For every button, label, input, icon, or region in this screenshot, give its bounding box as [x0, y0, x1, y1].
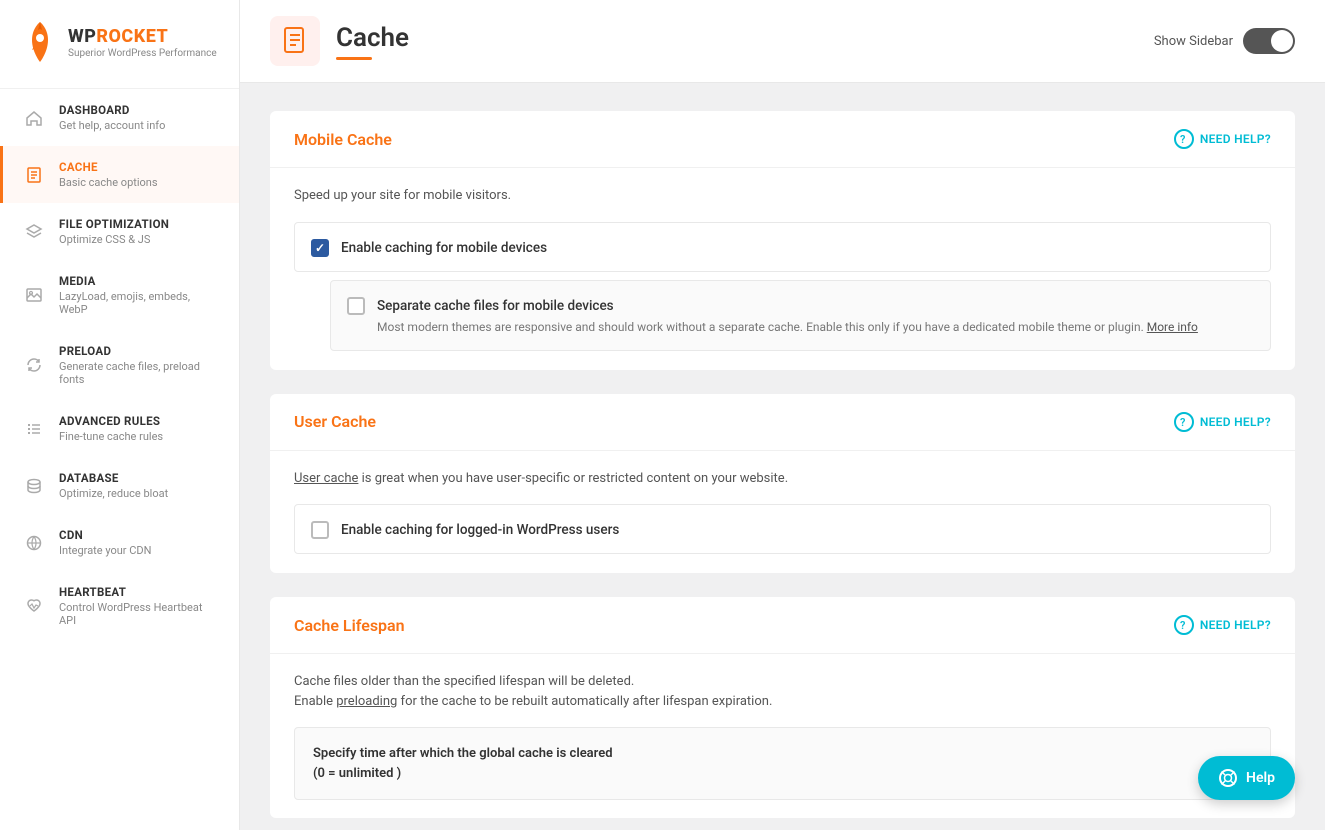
list-icon — [23, 418, 45, 440]
cache-lifespan-description: Cache files older than the specified lif… — [294, 672, 1271, 711]
adv-rules-title: ADVANCED RULES — [59, 414, 219, 428]
media-title: MEDIA — [59, 274, 219, 288]
media-subtitle: LazyLoad, emojis, embeds, WebP — [59, 290, 219, 316]
database-icon — [23, 475, 45, 497]
layers-icon — [23, 221, 45, 243]
heartbeat-icon — [23, 595, 45, 617]
preloading-link[interactable]: preloading — [336, 694, 397, 709]
file-opt-title: FILE OPTIMIZATION — [59, 217, 219, 231]
image-icon — [23, 284, 45, 306]
user-cache-section: User Cache ? NEED HELP? User cache is gr… — [270, 394, 1295, 574]
logged-in-caching-option: Enable caching for logged-in WordPress u… — [294, 504, 1271, 554]
mobile-caching-label: Enable caching for mobile devices — [341, 240, 547, 256]
logo-rocket: ROCKET — [96, 26, 168, 47]
mobile-cache-header: Mobile Cache ? NEED HELP? — [270, 111, 1295, 168]
enable-mobile-caching-checkbox[interactable] — [311, 239, 329, 257]
user-cache-need-help[interactable]: ? NEED HELP? — [1174, 412, 1271, 432]
toggle-state-label: OFF — [1273, 36, 1290, 46]
user-cache-header: User Cache ? NEED HELP? — [270, 394, 1295, 451]
page-body: Mobile Cache ? NEED HELP? Speed up your … — [240, 83, 1325, 830]
heartbeat-title: HEARTBEAT — [59, 585, 219, 599]
dashboard-subtitle: Get help, account info — [59, 119, 219, 132]
sidebar-item-dashboard[interactable]: DASHBOARD Get help, account info — [0, 89, 239, 146]
specify-cache-clear-box: Specify time after which the global cach… — [294, 727, 1271, 800]
home-icon — [23, 107, 45, 129]
globe-icon — [23, 532, 45, 554]
page-header: Cache Show Sidebar OFF — [240, 0, 1325, 83]
adv-rules-subtitle: Fine-tune cache rules — [59, 430, 219, 443]
page-title: Cache — [336, 23, 409, 53]
heartbeat-subtitle: Control WordPress Heartbeat API — [59, 601, 219, 627]
sidebar-toggle-switch[interactable]: OFF — [1243, 28, 1295, 54]
database-title: DATABASE — [59, 471, 219, 485]
logo-tagline: Superior WordPress Performance — [68, 48, 217, 59]
logged-in-caching-label: Enable caching for logged-in WordPress u… — [341, 522, 619, 538]
sidebar-toggle-area: Show Sidebar OFF — [1154, 28, 1295, 54]
main-content: Cache Show Sidebar OFF Mobile Cache ? NE… — [240, 0, 1325, 830]
logo-wp: WP — [68, 26, 96, 47]
cache-lifespan-title: Cache Lifespan — [294, 616, 405, 635]
user-cache-link[interactable]: User cache — [294, 471, 358, 486]
preload-title: PRELOAD — [59, 344, 219, 358]
cdn-title: CDN — [59, 528, 219, 542]
specify-cache-title: Specify time after which the global cach… — [313, 744, 1252, 783]
cache-lifespan-need-help[interactable]: ? NEED HELP? — [1174, 615, 1271, 635]
show-sidebar-label: Show Sidebar — [1154, 34, 1233, 49]
mobile-caching-option: Enable caching for mobile devices — [294, 222, 1271, 272]
separate-mobile-cache-option: Separate cache files for mobile devices … — [330, 280, 1271, 351]
mobile-cache-title: Mobile Cache — [294, 130, 392, 149]
cache-subtitle: Basic cache options — [59, 176, 219, 189]
page-icon-cache — [270, 16, 320, 66]
logo-area: WPROCKET Superior WordPress Performance — [0, 0, 239, 89]
cache-icon — [23, 164, 45, 186]
sidebar-item-database[interactable]: DATABASE Optimize, reduce bloat — [0, 457, 239, 514]
help-circle-icon: ? — [1174, 129, 1194, 149]
mobile-cache-description: Speed up your site for mobile visitors. — [294, 186, 1271, 206]
svg-text:?: ? — [1180, 133, 1186, 145]
sidebar-item-media[interactable]: MEDIA LazyLoad, emojis, embeds, WebP — [0, 260, 239, 330]
sidebar-item-cdn[interactable]: CDN Integrate your CDN — [0, 514, 239, 571]
sidebar-item-heartbeat[interactable]: HEARTBEAT Control WordPress Heartbeat AP… — [0, 571, 239, 641]
sidebar-item-file-optimization[interactable]: FILE OPTIMIZATION Optimize CSS & JS — [0, 203, 239, 260]
svg-text:?: ? — [1180, 416, 1186, 428]
user-cache-body: User cache is great when you have user-s… — [270, 451, 1295, 574]
file-opt-subtitle: Optimize CSS & JS — [59, 233, 219, 246]
sidebar-item-preload[interactable]: PRELOAD Generate cache files, preload fo… — [0, 330, 239, 400]
user-cache-description: User cache is great when you have user-s… — [294, 469, 1271, 489]
more-info-link[interactable]: More info — [1147, 320, 1198, 334]
svg-text:?: ? — [1180, 619, 1186, 631]
database-subtitle: Optimize, reduce bloat — [59, 487, 219, 500]
cache-title: CACHE — [59, 160, 219, 174]
cache-lifespan-header: Cache Lifespan ? NEED HELP? — [270, 597, 1295, 654]
help-button-label: Help — [1246, 770, 1275, 786]
preload-subtitle: Generate cache files, preload fonts — [59, 360, 219, 386]
mobile-cache-body: Speed up your site for mobile visitors. … — [270, 168, 1295, 370]
help-circle-icon-3: ? — [1174, 615, 1194, 635]
logo-rocket-icon — [20, 20, 60, 64]
help-circle-icon-2: ? — [1174, 412, 1194, 432]
title-underline — [336, 57, 372, 60]
cdn-subtitle: Integrate your CDN — [59, 544, 219, 557]
separate-mobile-cache-checkbox[interactable] — [347, 297, 365, 315]
enable-logged-in-checkbox[interactable] — [311, 521, 329, 539]
floating-help-button[interactable]: Help — [1198, 756, 1295, 800]
cache-lifespan-section: Cache Lifespan ? NEED HELP? Cache files … — [270, 597, 1295, 818]
separate-mobile-cache-desc: Most modern themes are responsive and sh… — [377, 318, 1254, 336]
lifebuoy-icon — [1218, 768, 1238, 788]
sidebar: WPROCKET Superior WordPress Performance … — [0, 0, 240, 830]
user-cache-title: User Cache — [294, 412, 376, 431]
cache-lifespan-body: Cache files older than the specified lif… — [270, 654, 1295, 818]
sidebar-item-advanced-rules[interactable]: ADVANCED RULES Fine-tune cache rules — [0, 400, 239, 457]
refresh-icon — [23, 354, 45, 376]
mobile-cache-need-help[interactable]: ? NEED HELP? — [1174, 129, 1271, 149]
sidebar-item-cache[interactable]: CACHE Basic cache options — [0, 146, 239, 203]
dashboard-title: DASHBOARD — [59, 103, 219, 117]
main-navigation: DASHBOARD Get help, account info CACHE B… — [0, 89, 239, 830]
logo-text: WPROCKET Superior WordPress Performance — [68, 26, 217, 59]
mobile-cache-section: Mobile Cache ? NEED HELP? Speed up your … — [270, 111, 1295, 370]
separate-mobile-cache-label: Separate cache files for mobile devices — [377, 298, 614, 314]
